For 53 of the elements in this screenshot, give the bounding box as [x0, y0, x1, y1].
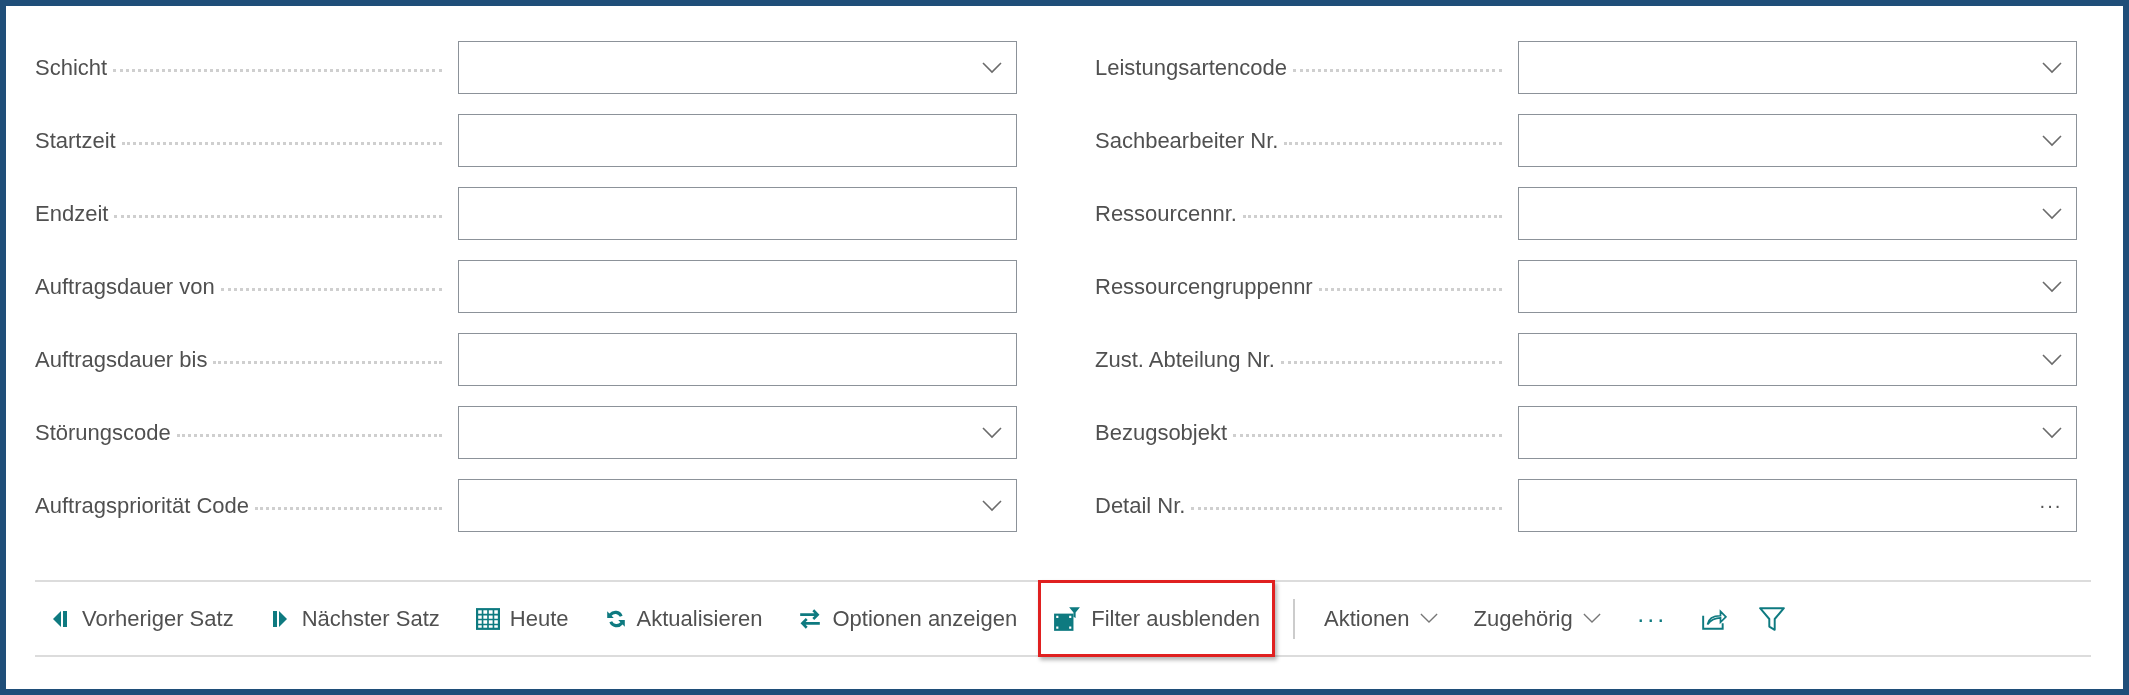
film-filter-icon: [1053, 605, 1082, 632]
input-field[interactable]: [458, 187, 1017, 240]
toolbar-button[interactable]: Heute: [460, 580, 584, 657]
lookup-field[interactable]: ···: [1518, 479, 2077, 532]
field-label: Auftragspriorität Code: [35, 492, 249, 519]
field-label: Leistungsartencode: [1095, 54, 1288, 81]
toolbar-button[interactable]: Aktualisieren: [589, 580, 778, 657]
field-label: Detail Nr.: [1095, 492, 1186, 519]
dropdown-field[interactable]: [1518, 406, 2077, 459]
dropdown-field[interactable]: [1518, 114, 2077, 167]
field-label: Auftragsdauer bis: [35, 346, 208, 373]
field-label: Startzeit: [35, 127, 116, 154]
field-label: Zust. Abteilung Nr.: [1095, 346, 1275, 373]
chevron-down-icon: [2042, 61, 2062, 74]
chevron-down-icon: [2042, 353, 2062, 366]
chevron-down-icon: [2042, 280, 2062, 293]
chevron-down-icon: [982, 426, 1002, 439]
chevron-down-icon: [2042, 134, 2062, 147]
dropdown-field[interactable]: [1518, 187, 2077, 240]
calendar-icon: [475, 607, 500, 630]
field-label: Bezugsobjekt: [1095, 419, 1228, 446]
field-label: Ressourcengruppennr: [1095, 273, 1313, 300]
toolbar-button[interactable]: Optionen anzeigen: [783, 580, 1033, 657]
field-label: Ressourcennr.: [1095, 200, 1237, 227]
menu-button[interactable]: Zugehörig: [1458, 580, 1616, 657]
field-label: Schicht: [35, 54, 108, 81]
swap-arrows-icon: [798, 607, 823, 630]
dropdown-field[interactable]: [1518, 41, 2077, 94]
field-label: Endzeit: [35, 200, 109, 227]
chevron-down-icon: [982, 499, 1002, 512]
dropdown-field[interactable]: [458, 41, 1017, 94]
input-field[interactable]: [458, 260, 1017, 313]
chevron-down-icon: [982, 61, 1002, 74]
chevron-down-icon: [1582, 613, 1601, 624]
dropdown-field[interactable]: [1518, 333, 2077, 386]
field-label: Störungscode: [35, 419, 171, 446]
chevron-down-icon: [1419, 613, 1438, 624]
lookup-button[interactable]: ···: [2039, 494, 2062, 517]
field-label: Sachbearbeiter Nr.: [1095, 127, 1279, 154]
more-button[interactable]: ···: [1621, 580, 1682, 657]
menu-button[interactable]: Aktionen: [1308, 580, 1453, 657]
input-field[interactable]: [458, 333, 1017, 386]
toolbar-button[interactable]: Filter ausblenden: [1038, 580, 1275, 657]
toolbar-button[interactable]: Nächster Satz: [254, 580, 455, 657]
toolbar-button[interactable]: Vorheriger Satz: [35, 580, 249, 657]
dropdown-field[interactable]: [458, 406, 1017, 459]
chevron-down-icon: [2042, 207, 2062, 220]
dropdown-field[interactable]: [1518, 260, 2077, 313]
chevron-down-icon: [2042, 426, 2062, 439]
field-label: Auftragsdauer von: [35, 273, 215, 300]
filter-icon: [1758, 605, 1785, 632]
dropdown-field[interactable]: [458, 479, 1017, 532]
input-field[interactable]: [458, 114, 1017, 167]
